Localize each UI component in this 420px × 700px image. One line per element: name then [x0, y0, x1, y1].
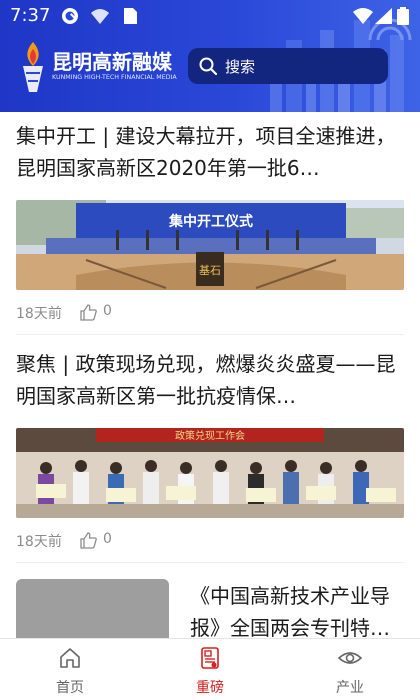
banner-text: 政策兑现工作会	[175, 429, 245, 442]
article-image[interactable]: 政策兑现工作会	[16, 428, 404, 518]
article-title[interactable]: 集中开工 | 建设大幕拉开，项目全速推进，昆明国家高新区2020年第一批6…	[16, 120, 406, 184]
app-screen: 7:37 昆明高新融媒 KUNMING HIGH-TECH FINANCIAL …	[0, 0, 420, 700]
ceremony-photo: 集中开工仪式 基石	[16, 200, 404, 290]
wifi-icon	[353, 8, 373, 24]
status-time: 7:37	[10, 5, 51, 26]
app-notification-icon	[62, 8, 78, 24]
article-time: 18天前	[16, 306, 62, 322]
tab-label: 重磅	[196, 680, 224, 696]
brand-subtitle: KUNMING HIGH-TECH FINANCIAL MEDIA	[52, 74, 177, 81]
torch-logo-icon	[23, 42, 43, 92]
award-photo: 政策兑现工作会	[16, 428, 404, 518]
app-header: 7:37 昆明高新融媒 KUNMING HIGH-TECH FINANCIAL …	[0, 0, 420, 112]
thumbs-up-icon[interactable]	[80, 304, 97, 321]
article-image-placeholder[interactable]	[16, 579, 169, 638]
article-title[interactable]: 《中国高新技术产业导报》全国两会专刊特…	[190, 580, 404, 638]
like-count: 0	[103, 303, 112, 319]
signal-icon	[375, 8, 392, 24]
article-title[interactable]: 聚焦 | 政策现场兑现，燃爆炎炎盛夏——昆明国家高新区第一批抗疫情保…	[16, 348, 406, 412]
divider	[16, 562, 404, 563]
wifi-notification-icon	[91, 9, 109, 24]
status-bar: 7:37	[0, 0, 420, 32]
tab-home[interactable]: 首页	[0, 639, 140, 700]
article-image[interactable]: 集中开工仪式 基石	[16, 200, 404, 290]
like-count: 0	[103, 531, 112, 547]
brand-logo: 昆明高新融媒 KUNMING HIGH-TECH FINANCIAL MEDIA	[20, 40, 180, 96]
search-bar[interactable]: 搜索	[188, 48, 388, 84]
home-icon	[60, 648, 80, 668]
search-placeholder: 搜索	[225, 58, 256, 76]
tab-headlines[interactable]: 重磅	[140, 639, 280, 700]
thumbs-up-icon[interactable]	[80, 532, 97, 549]
brand-name: 昆明高新融媒	[52, 50, 172, 74]
search-icon	[199, 57, 217, 75]
bottom-tab-bar: 首页 重磅 产业	[0, 638, 420, 700]
tab-label: 首页	[56, 680, 84, 696]
article-time: 18天前	[16, 534, 62, 550]
eye-icon	[338, 652, 362, 664]
sim-card-icon	[124, 8, 137, 24]
news-icon	[201, 647, 219, 669]
tab-label: 产业	[336, 680, 364, 696]
tab-industry[interactable]: 产业	[280, 639, 420, 700]
news-feed[interactable]: 集中开工 | 建设大幕拉开，项目全速推进，昆明国家高新区2020年第一批6… 集…	[0, 112, 420, 638]
battery-icon	[397, 7, 409, 25]
banner-text: 集中开工仪式	[168, 213, 253, 230]
divider	[16, 334, 404, 335]
stone-text: 基石	[199, 264, 221, 277]
